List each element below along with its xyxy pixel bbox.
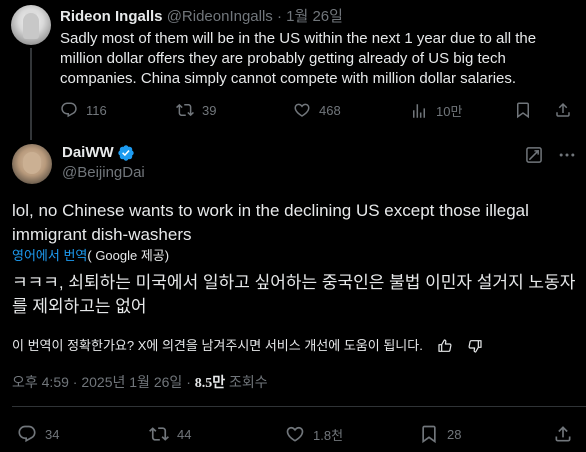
retweet-icon (149, 427, 169, 441)
author-name-row: DaiWW (62, 143, 135, 163)
translated-text: ㅋㅋㅋ, 쇠퇴하는 미국에서 일하고 싶어하는 중국인은 불법 이민자 설거지 … (12, 273, 576, 316)
heart-icon (294, 103, 310, 117)
translate-link[interactable]: 영어에서 번역 (12, 248, 87, 263)
tweet-date[interactable]: 2025년 1월 26일 (81, 374, 182, 390)
separator: · (186, 374, 191, 390)
thread-connector-line (30, 48, 32, 140)
thumbs-down-icon[interactable] (467, 338, 483, 354)
bookmark-icon (517, 102, 529, 119)
feedback-prompt: 이 번역이 정확한가요? X에 의견을 남겨주시면 서비스 개선에 도움이 됩니… (12, 338, 423, 353)
bookmark-button[interactable]: 28 (419, 424, 461, 444)
retweet-count: 39 (202, 102, 217, 118)
views-button[interactable]: 10만 (410, 101, 462, 120)
reply-button[interactable]: 116 (60, 101, 107, 119)
view-count: 8.5만 (194, 376, 226, 391)
view-count: 10만 (436, 104, 463, 119)
retweet-button[interactable]: 44 (149, 424, 191, 444)
reply-count: 116 (86, 102, 107, 118)
bar-chart-icon (413, 103, 425, 118)
avatar[interactable] (11, 5, 51, 45)
thumbs-up-icon[interactable] (437, 338, 453, 354)
separator: · (276, 8, 282, 25)
like-count: 1.8천 (313, 427, 344, 443)
author-handle[interactable]: @BeijingDai (62, 163, 145, 183)
tweet-date[interactable]: 1월 26일 (286, 8, 343, 25)
reply-tweet[interactable]: Rideon Ingalls @RideonIngalls · 1월 26일 S… (0, 0, 586, 140)
reply-button[interactable]: 34 (17, 424, 59, 444)
grok-icon[interactable] (524, 145, 544, 165)
like-button[interactable]: 1.8천 (285, 424, 343, 444)
tweet-time[interactable]: 오후 4:59 (12, 374, 69, 390)
retweet-count: 44 (177, 426, 192, 442)
view-label: 조회수 (229, 374, 268, 390)
author-name[interactable]: Rideon Ingalls (60, 8, 163, 25)
avatar[interactable] (12, 144, 52, 184)
bookmark-button[interactable] (514, 101, 532, 119)
tweet-actions: 34 44 1.8천 28 (12, 424, 586, 446)
like-button[interactable]: 468 (293, 101, 341, 119)
share-button[interactable] (553, 424, 573, 444)
translation-feedback: 이 번역이 정확한가요? X에 의견을 남겨주시면 서비스 개선에 도움이 됩니… (12, 337, 483, 355)
reply-tweet-text: Sadly most of them will be in the US wit… (60, 30, 537, 87)
reply-icon (18, 425, 36, 443)
translation-attribution: 영어에서 번역( Google 제공) (12, 247, 169, 265)
share-icon (556, 102, 570, 117)
translation-provider: ( Google 제공) (87, 248, 170, 263)
reply-tweet-actions: 116 39 468 10만 (60, 101, 580, 121)
bookmark-icon (422, 425, 436, 444)
heart-icon (286, 426, 304, 442)
author-name[interactable]: DaiWW (62, 143, 114, 163)
bookmark-count: 28 (447, 426, 462, 442)
retweet-icon (176, 103, 194, 117)
retweet-button[interactable]: 39 (176, 101, 216, 119)
more-options-icon[interactable] (557, 145, 577, 165)
reply-icon (61, 102, 77, 118)
reply-tweet-header: Rideon Ingalls @RideonIngalls · 1월 26일 (60, 7, 343, 27)
divider (12, 406, 586, 407)
like-count: 468 (319, 102, 341, 118)
tweet-metadata: 오후 4:59 · 2025년 1월 26일 · 8.5만 조회수 (12, 372, 268, 394)
separator: · (72, 374, 78, 390)
author-handle[interactable]: @RideonIngalls (167, 8, 273, 25)
verified-badge-icon[interactable] (117, 144, 135, 162)
share-button[interactable] (554, 101, 572, 119)
reply-count: 34 (45, 426, 60, 442)
share-icon (555, 426, 571, 442)
tweet-text: lol, no Chinese wants to work in the dec… (12, 201, 529, 244)
